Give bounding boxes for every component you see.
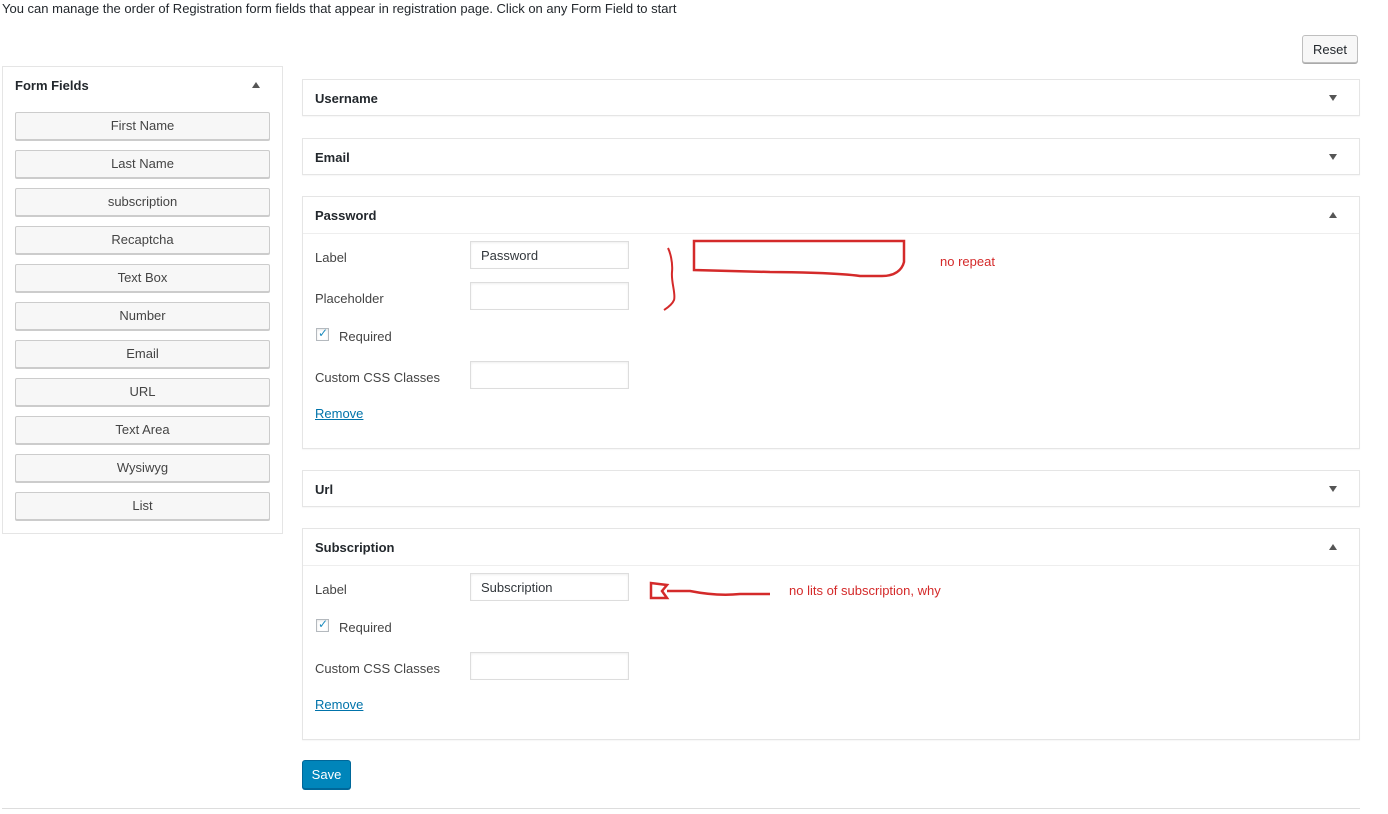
expand-arrow-icon[interactable] bbox=[1329, 95, 1337, 101]
field-button-number[interactable]: Number bbox=[15, 302, 270, 330]
panel-title: Email bbox=[315, 150, 350, 165]
css-classes-label: Custom CSS Classes bbox=[315, 370, 440, 385]
panel-username-header[interactable]: Username bbox=[303, 80, 1359, 116]
subscription-css-classes-input[interactable] bbox=[470, 652, 629, 680]
sidebar-title: Form Fields bbox=[15, 78, 89, 93]
subscription-label-input[interactable] bbox=[470, 573, 629, 601]
field-button-recaptcha[interactable]: Recaptcha bbox=[15, 226, 270, 254]
panel-title: Subscription bbox=[315, 540, 395, 555]
panel-url-header[interactable]: Url bbox=[303, 471, 1359, 507]
checkmark-icon: ✓ bbox=[318, 617, 329, 631]
panel-password: Password Label Placeholder ✓ Required Cu… bbox=[302, 196, 1360, 449]
field-button-url[interactable]: URL bbox=[15, 378, 270, 406]
annotation-note-no-repeat: no repeat bbox=[940, 254, 995, 269]
field-button-list[interactable]: List bbox=[15, 492, 270, 520]
checkmark-icon: ✓ bbox=[318, 326, 329, 340]
css-classes-label: Custom CSS Classes bbox=[315, 661, 440, 676]
password-label-input[interactable] bbox=[470, 241, 629, 269]
label-field-label: Label bbox=[315, 250, 347, 265]
field-button-text-box[interactable]: Text Box bbox=[15, 264, 270, 292]
field-button-email[interactable]: Email bbox=[15, 340, 270, 368]
collapse-arrow-icon[interactable] bbox=[252, 82, 260, 88]
reset-button[interactable]: Reset bbox=[1302, 35, 1358, 63]
expand-arrow-icon[interactable] bbox=[1329, 486, 1337, 492]
password-placeholder-input[interactable] bbox=[470, 282, 629, 310]
panel-subscription: Subscription Label ✓ Required Custom CSS… bbox=[302, 528, 1360, 740]
panel-title: Username bbox=[315, 91, 378, 106]
panel-password-header[interactable]: Password bbox=[303, 197, 1359, 234]
field-button-wysiwyg[interactable]: Wysiwyg bbox=[15, 454, 270, 482]
field-button-text-area[interactable]: Text Area bbox=[15, 416, 270, 444]
panel-username: Username bbox=[302, 79, 1360, 116]
intro-text: You can manage the order of Registration… bbox=[2, 1, 677, 16]
field-button-first-name[interactable]: First Name bbox=[15, 112, 270, 140]
field-button-last-name[interactable]: Last Name bbox=[15, 150, 270, 178]
panel-url: Url bbox=[302, 470, 1360, 507]
panel-subscription-header[interactable]: Subscription bbox=[303, 529, 1359, 566]
subscription-required-checkbox[interactable]: ✓ bbox=[316, 617, 329, 632]
divider bbox=[2, 808, 1360, 809]
required-label: Required bbox=[339, 620, 392, 635]
label-field-label: Label bbox=[315, 582, 347, 597]
annotation-note-subscription: no lits of subscription, why bbox=[789, 583, 941, 598]
password-remove-link[interactable]: Remove bbox=[315, 406, 363, 421]
subscription-remove-link[interactable]: Remove bbox=[315, 697, 363, 712]
form-fields-sidebar: Form Fields First Name Last Name subscri… bbox=[2, 66, 283, 534]
panel-title: Password bbox=[315, 208, 377, 223]
expand-arrow-icon[interactable] bbox=[1329, 154, 1337, 160]
collapse-arrow-icon[interactable] bbox=[1329, 212, 1337, 218]
collapse-arrow-icon[interactable] bbox=[1329, 544, 1337, 550]
required-label: Required bbox=[339, 329, 392, 344]
password-css-classes-input[interactable] bbox=[470, 361, 629, 389]
password-required-checkbox[interactable]: ✓ bbox=[316, 326, 329, 341]
panel-email-header[interactable]: Email bbox=[303, 139, 1359, 175]
panel-title: Url bbox=[315, 482, 334, 497]
save-button[interactable]: Save bbox=[302, 760, 351, 789]
panel-email: Email bbox=[302, 138, 1360, 175]
field-button-subscription[interactable]: subscription bbox=[15, 188, 270, 216]
placeholder-field-label: Placeholder bbox=[315, 291, 384, 306]
